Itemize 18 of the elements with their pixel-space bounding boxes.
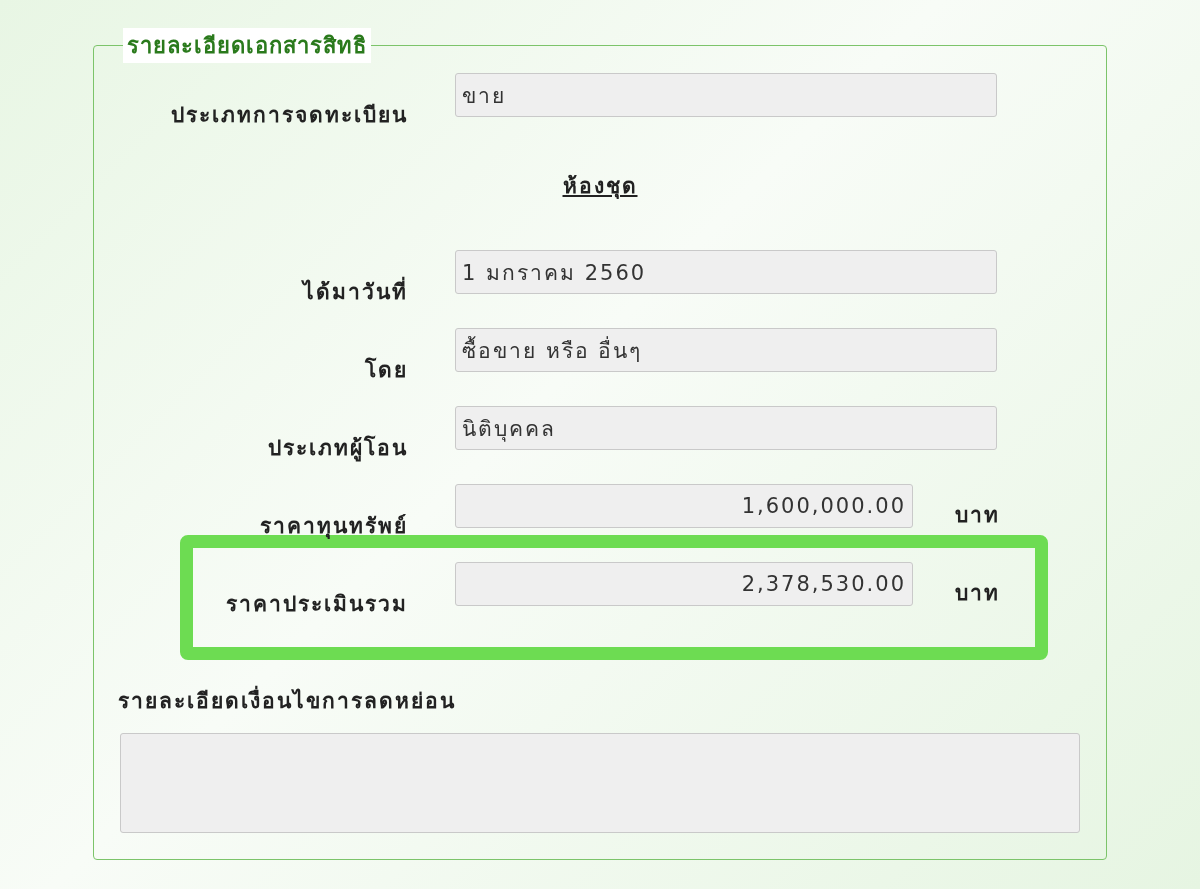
- field-label: ราคาประเมินรวม: [225, 591, 408, 618]
- field-label: โดย: [364, 356, 408, 384]
- field-label: ราคาทุนทรัพย์: [259, 513, 408, 541]
- field-label: ประเภทผู้โอน: [267, 434, 408, 464]
- input-field[interactable]: ซื้อขาย หรือ อื่นๆ: [455, 328, 997, 372]
- input-field[interactable]: นิติบุคคล: [455, 406, 997, 450]
- input-field[interactable]: 1 มกราคม 2560: [455, 250, 997, 294]
- text-area[interactable]: [120, 733, 1080, 833]
- field-label: ได้มาวันที่: [108, 275, 408, 308]
- unit-label: บาท: [955, 502, 1000, 529]
- unit-label: บาท: [955, 580, 1000, 607]
- input-field[interactable]: 1,600,000.00: [455, 484, 913, 528]
- field-label: ประเภทการจดทะเบียน: [170, 102, 408, 129]
- section-heading: ห้องชุด: [562, 174, 638, 198]
- field-label: รายละเอียดเงื่อนไขการลดหย่อน: [118, 684, 1106, 717]
- input-field[interactable]: ขาย: [455, 73, 997, 117]
- input-field[interactable]: 2,378,530.00: [455, 562, 913, 606]
- panel-title: รายละเอียดเอกสารสิทธิ: [123, 28, 371, 63]
